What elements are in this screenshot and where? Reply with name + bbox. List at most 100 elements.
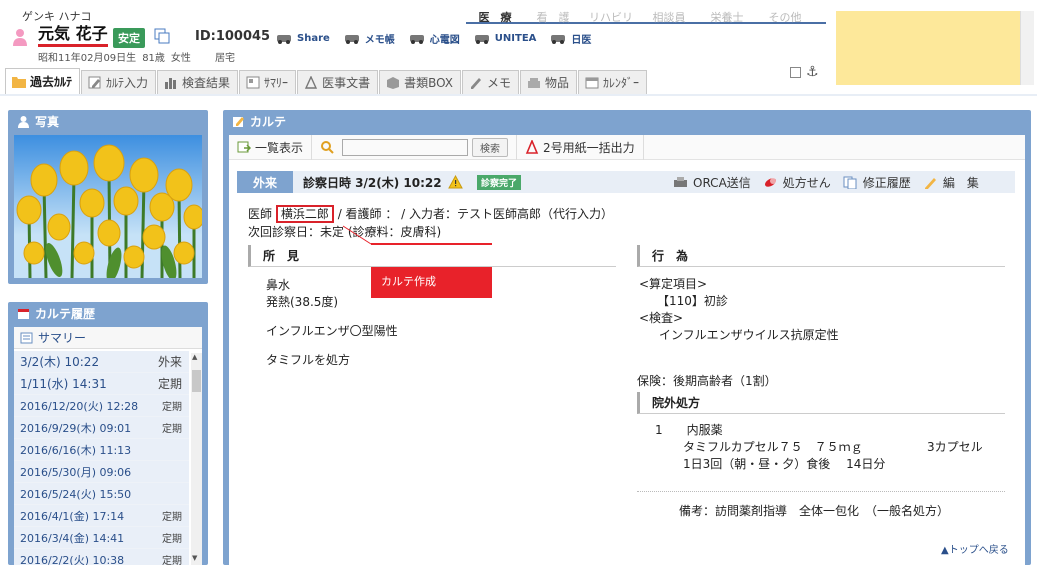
finding-item: 発熱(38.5度) <box>266 295 339 309</box>
history-date: 2016/5/30(月) 09:06 <box>20 465 132 479</box>
doctor-rest: / 看護師 ： / 入力者：テスト医師高郎（代行入力） <box>337 207 614 221</box>
scroll-thumb[interactable] <box>192 370 201 392</box>
user-icon <box>18 115 29 128</box>
karte-body: 一覧表示 検索 2号用紙一括出力 外来 診察日時 3/2(木) 10:22 診察… <box>229 134 1025 565</box>
scroll-down-icon[interactable]: ▼ <box>192 554 197 562</box>
history-row[interactable]: 2016/12/20(火) 12:28 定期 <box>14 395 189 417</box>
tab-label: 過去ｶﾙﾃ <box>30 75 73 89</box>
history-row[interactable]: 2016/6/16(木) 11:13 <box>14 439 189 461</box>
tab-counselor[interactable]: 相談員 <box>640 8 698 24</box>
visit-type-badge: 外来 <box>237 171 293 193</box>
visit-bar: 外来 診察日時 3/2(木) 10:22 診察完了 ORCA送信 処方せん 修正… <box>237 171 1015 193</box>
orca-send-button[interactable]: ORCA送信 <box>673 174 751 191</box>
tab-past-karte[interactable]: 過去ｶﾙﾃ <box>5 68 81 94</box>
tab-label: ｻﾏﾘｰ <box>264 76 289 90</box>
history-date: 2016/4/1(金) 17:14 <box>20 509 125 523</box>
edit-button[interactable]: 編 集 <box>923 174 979 191</box>
actions-body: <算定項目> 【110】初診 <検査> インフルエンザウイルス抗原定性 <box>639 276 839 344</box>
tab-documents[interactable]: 医事文書 <box>297 70 379 94</box>
tab-karte-input[interactable]: ｶﾙﾃ入力 <box>81 70 157 94</box>
birth-date: 昭和11年02月09日生 <box>38 53 137 64</box>
action-item: <検査> <box>639 311 684 325</box>
history-date: 1/11(水) 14:31 <box>20 377 107 391</box>
link-unitea[interactable]: UNITEA <box>474 30 536 46</box>
tab-nursing[interactable]: 看 護 <box>524 8 582 24</box>
tab-docbox[interactable]: 書類BOX <box>379 70 461 94</box>
history-row[interactable]: 3/2(木) 10:22 外来 <box>14 351 189 373</box>
pin-checkbox[interactable] <box>790 67 801 78</box>
link-label: メモ帳 <box>364 34 395 46</box>
history-icon <box>843 176 857 189</box>
tab-label: 検査結果 <box>182 76 231 90</box>
orca-send-label: ORCA送信 <box>693 176 751 190</box>
link-memo[interactable]: メモ帳 <box>344 30 395 46</box>
history-list: 3/2(木) 10:22 外来 1/11(水) 14:31 定期 2016/12/20(… <box>14 351 189 565</box>
tab-goods[interactable]: 物品 <box>520 70 578 94</box>
tab-calendar[interactable]: ｶﾚﾝﾀﾞｰ <box>578 70 648 94</box>
history-type: 定期 <box>162 534 182 545</box>
next-visit: 次回診察日：未定 (診療料：皮膚科) <box>248 225 442 239</box>
car-icon <box>409 35 424 44</box>
link-share[interactable]: Share <box>276 30 330 46</box>
link-nichii[interactable]: 日医 <box>550 30 591 46</box>
list-view-label: 一覧表示 <box>255 140 304 155</box>
back-to-top-link[interactable]: ▲トップへ戻る <box>941 541 1009 556</box>
patient-photo <box>14 135 202 278</box>
tab-divider <box>0 94 1037 96</box>
patient-id: ID:100045 <box>195 29 271 44</box>
rx-number: 1 <box>655 423 663 437</box>
tab-memo[interactable]: メモ <box>462 70 520 94</box>
summary-label: サマリー <box>38 331 87 345</box>
rx-quantity: 3カプセル <box>927 440 983 454</box>
edit-label: 編 集 <box>942 176 979 190</box>
tab-summary[interactable]: ｻﾏﾘｰ <box>239 70 297 94</box>
prescription-button[interactable]: 処方せん <box>763 174 831 191</box>
history-scrollbar[interactable]: ▲ ▼ <box>191 353 202 565</box>
scroll-up-icon[interactable]: ▲ <box>192 353 197 361</box>
tab-other[interactable]: その他 <box>756 8 814 24</box>
search-button[interactable]: 検索 <box>472 137 509 157</box>
history-date: 2016/6/16(木) 11:13 <box>20 443 132 457</box>
print-all-button[interactable]: 2号用紙一括出力 <box>516 134 644 160</box>
patient-info: 昭和11年02月09日生 81歳 女性 <box>38 49 197 64</box>
history-row[interactable]: 2016/5/30(月) 09:06 <box>14 461 189 483</box>
history-row[interactable]: 1/11(水) 14:31 定期 <box>14 373 189 395</box>
tab-rehab[interactable]: リハビリ <box>582 8 640 24</box>
finding-item: 鼻水 <box>266 278 291 292</box>
car-icon <box>344 35 359 44</box>
folder-icon <box>12 77 26 88</box>
prescription-detail: 1 内服薬 タミフルカプセル７５ ７５ｍｇ 3カプセル 1日3回（朝・昼・夕）食後… <box>655 422 983 473</box>
history-row[interactable]: 2016/5/24(火) 15:50 <box>14 483 189 505</box>
history-type: 定期 <box>162 424 182 435</box>
summary-link[interactable]: サマリー <box>14 327 202 349</box>
history-type: 定期 <box>162 556 182 565</box>
copy-icon[interactable] <box>154 28 170 44</box>
tab-medical[interactable]: 医 療 <box>466 8 524 24</box>
karte-panel-header: カルテ <box>223 110 1031 132</box>
link-ecg[interactable]: 心電図 <box>409 30 460 46</box>
anchor-icon[interactable]: ⚓ <box>806 64 819 80</box>
doctor-line: 医師 横浜二郎 / 看護師 ： / 入力者：テスト医師高郎（代行入力） <box>248 205 614 223</box>
history-type: 定期 <box>162 402 182 413</box>
findings-header: 所 見 <box>248 245 616 267</box>
history-list-container: サマリー 3/2(木) 10:22 外来 1/11(水) 14:31 定期 2016/1… <box>14 327 202 565</box>
tab-label: メモ <box>487 76 512 90</box>
list-view-button[interactable]: 一覧表示 <box>229 134 313 160</box>
history-row[interactable]: 2016/9/29(木) 09:01 定期 <box>14 417 189 439</box>
note-scrollbar[interactable] <box>1020 11 1034 85</box>
history-date: 2016/3/4(金) 14:41 <box>20 531 125 545</box>
actions-header: 行 為 <box>637 245 1005 267</box>
tab-results[interactable]: 検査結果 <box>157 70 239 94</box>
karte-panel: カルテ 一覧表示 検索 2号用紙一括出力 外来 診察日時 3/2(木) 10:2… <box>223 110 1031 565</box>
edit-history-button[interactable]: 修正履歴 <box>843 174 911 191</box>
history-row[interactable]: 2016/3/4(金) 14:41 定期 <box>14 527 189 549</box>
history-panel-header: カルテ履歴 <box>8 302 208 324</box>
history-row[interactable]: 2016/4/1(金) 17:14 定期 <box>14 505 189 527</box>
sticky-note[interactable] <box>836 11 1020 85</box>
search-input[interactable] <box>342 138 469 156</box>
print-all-label: 2号用紙一括出力 <box>543 140 635 155</box>
outside-rx-header: 院外処方 <box>637 392 1005 414</box>
doctor-label: 医師 <box>248 207 273 221</box>
history-row[interactable]: 2016/2/2(火) 10:38 定期 <box>14 549 189 565</box>
tab-nutrition[interactable]: 栄養士 <box>698 8 756 24</box>
